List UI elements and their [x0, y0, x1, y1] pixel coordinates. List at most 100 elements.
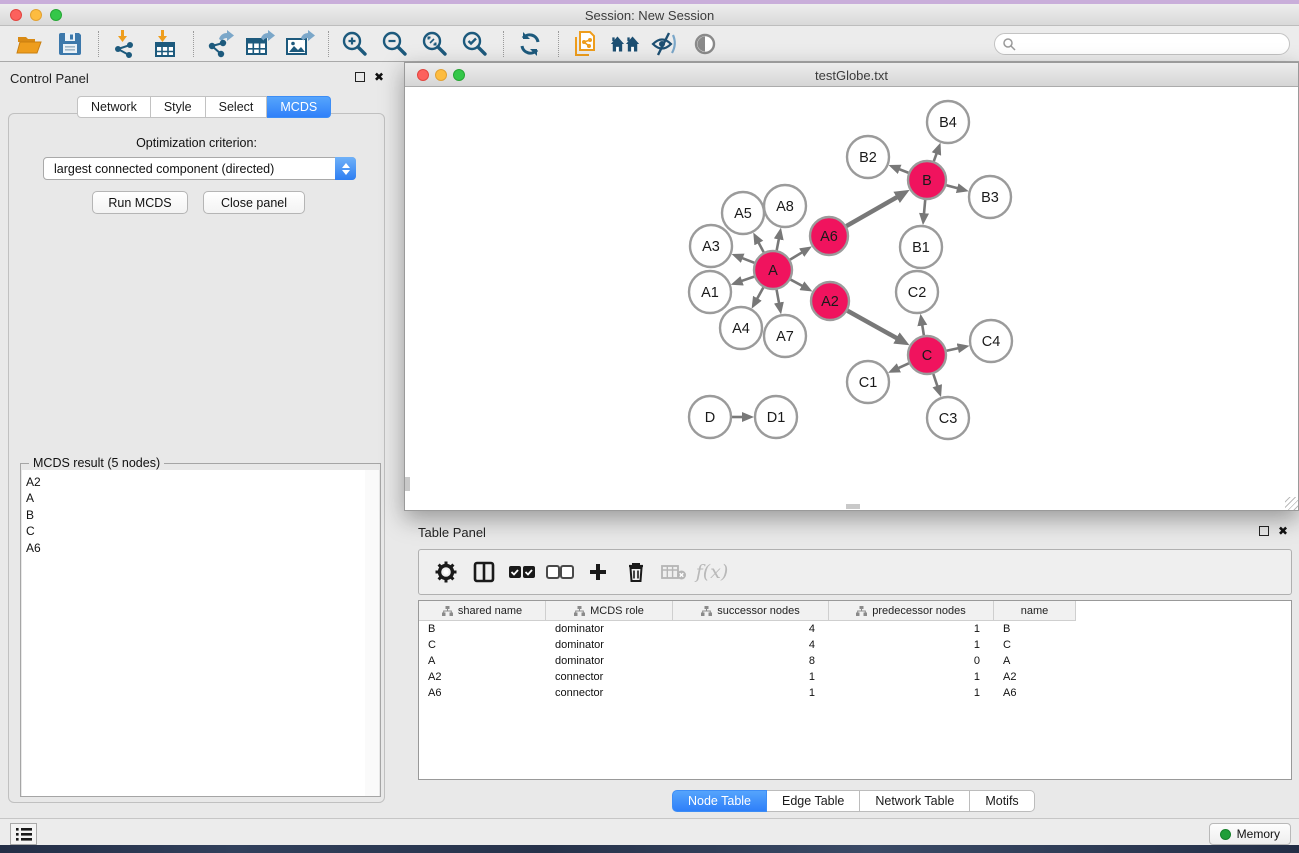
- tab-edge-table[interactable]: Edge Table: [767, 790, 860, 812]
- result-list-item[interactable]: C: [26, 523, 366, 539]
- result-list-item[interactable]: A2: [26, 474, 366, 490]
- mcds-result-list[interactable]: A2ABCA6: [22, 470, 367, 796]
- show-columns-icon[interactable]: [467, 557, 501, 587]
- table-cell[interactable]: connector: [546, 669, 673, 685]
- network-vertical-scrollbar[interactable]: [405, 477, 410, 491]
- edge-A-A5[interactable]: [758, 241, 764, 252]
- table-row[interactable]: A6connector11A6: [419, 685, 1291, 701]
- tab-node-table[interactable]: Node Table: [672, 790, 767, 812]
- result-list-item[interactable]: B: [26, 507, 366, 523]
- node-A6[interactable]: A6: [810, 217, 848, 255]
- refresh-icon[interactable]: [514, 28, 546, 60]
- close-panel-button[interactable]: Close panel: [203, 191, 305, 214]
- edge-C-C1[interactable]: [897, 363, 909, 368]
- node-C2[interactable]: C2: [896, 271, 938, 313]
- table-cell[interactable]: dominator: [546, 653, 673, 669]
- edge-B-B1[interactable]: [924, 200, 925, 215]
- import-table-icon[interactable]: [149, 28, 181, 60]
- unselect-all-icon[interactable]: [543, 557, 577, 587]
- export-table-icon[interactable]: [244, 28, 276, 60]
- node-B4[interactable]: B4: [927, 101, 969, 143]
- float-table-panel-icon[interactable]: [1259, 526, 1269, 536]
- edge-B-B3[interactable]: [946, 185, 959, 188]
- table-cell[interactable]: 1: [829, 685, 994, 701]
- zoom-fit-icon[interactable]: [419, 28, 451, 60]
- table-cell[interactable]: dominator: [546, 621, 673, 637]
- node-B3[interactable]: B3: [969, 176, 1011, 218]
- edge-A-A2[interactable]: [791, 280, 804, 287]
- node-C4[interactable]: C4: [970, 320, 1012, 362]
- column-header-MCDS-role[interactable]: MCDS role: [546, 601, 673, 621]
- node-C[interactable]: C: [908, 336, 946, 374]
- table-cell[interactable]: 0: [829, 653, 994, 669]
- search-input[interactable]: [1016, 35, 1289, 53]
- network-graph[interactable]: B4B2BB3A5A8A6B1A3AC2A1A2A4A7C4CC1C3DD1: [405, 87, 1298, 510]
- resize-grip[interactable]: [1285, 497, 1298, 510]
- network-horizontal-scrollbar[interactable]: [846, 504, 860, 509]
- node-C1[interactable]: C1: [847, 361, 889, 403]
- task-history-button[interactable]: [10, 823, 37, 845]
- table-cell[interactable]: B: [419, 621, 546, 637]
- tab-select[interactable]: Select: [206, 96, 268, 118]
- node-B1[interactable]: B1: [900, 226, 942, 268]
- node-A[interactable]: A: [754, 251, 792, 289]
- edge-B-B2[interactable]: [898, 169, 909, 173]
- open-session-icon[interactable]: [14, 28, 46, 60]
- table-cell[interactable]: 1: [829, 621, 994, 637]
- result-list-item[interactable]: A6: [26, 540, 366, 556]
- table-cell[interactable]: 1: [829, 637, 994, 653]
- tab-mcds[interactable]: MCDS: [267, 96, 331, 118]
- table-row[interactable]: Cdominator41C: [419, 637, 1291, 653]
- edge-A-A8[interactable]: [777, 237, 779, 250]
- table-cell[interactable]: connector: [546, 685, 673, 701]
- tab-motifs[interactable]: Motifs: [970, 790, 1034, 812]
- run-mcds-button[interactable]: Run MCDS: [92, 191, 188, 214]
- node-A7[interactable]: A7: [764, 315, 806, 357]
- table-cell[interactable]: 1: [673, 669, 829, 685]
- network-canvas[interactable]: B4B2BB3A5A8A6B1A3AC2A1A2A4A7C4CC1C3DD1: [405, 87, 1298, 510]
- node-D1[interactable]: D1: [755, 396, 797, 438]
- table-cell[interactable]: A: [994, 653, 1076, 669]
- table-cell[interactable]: B: [994, 621, 1076, 637]
- table-cell[interactable]: C: [994, 637, 1076, 653]
- table-cell[interactable]: A: [419, 653, 546, 669]
- edge-C-C2[interactable]: [922, 324, 924, 336]
- table-row[interactable]: Adominator80A: [419, 653, 1291, 669]
- edge-C-C4[interactable]: [947, 348, 960, 351]
- tab-network[interactable]: Network: [77, 96, 151, 118]
- zoom-selected-icon[interactable]: [459, 28, 491, 60]
- table-cell[interactable]: dominator: [546, 637, 673, 653]
- node-A2[interactable]: A2: [811, 282, 849, 320]
- memory-button[interactable]: Memory: [1209, 823, 1291, 845]
- import-network-icon[interactable]: [109, 28, 141, 60]
- node-A8[interactable]: A8: [764, 185, 806, 227]
- clone-network-icon[interactable]: [569, 28, 601, 60]
- result-scrollbar[interactable]: [365, 470, 379, 796]
- zoom-out-icon[interactable]: [379, 28, 411, 60]
- node-A4[interactable]: A4: [720, 307, 762, 349]
- node-A5[interactable]: A5: [722, 192, 764, 234]
- result-list-item[interactable]: A: [26, 490, 366, 506]
- show-graphics-icon[interactable]: [689, 28, 721, 60]
- dropdown-stepper-icon[interactable]: [335, 157, 356, 180]
- table-cell[interactable]: 4: [673, 621, 829, 637]
- tab-network-table[interactable]: Network Table: [860, 790, 970, 812]
- edge-A-A4[interactable]: [756, 288, 763, 300]
- edge-A-A1[interactable]: [740, 277, 754, 282]
- select-all-icon[interactable]: [505, 557, 539, 587]
- edge-C-C3[interactable]: [933, 374, 938, 388]
- table-row[interactable]: Bdominator41B: [419, 621, 1291, 637]
- float-panel-icon[interactable]: [355, 72, 365, 82]
- table-options-icon[interactable]: [429, 557, 463, 587]
- function-builder-icon[interactable]: f(x): [695, 557, 729, 587]
- edge-A-A6[interactable]: [790, 252, 803, 260]
- column-header-name[interactable]: name: [994, 601, 1076, 621]
- table-cell[interactable]: 4: [673, 637, 829, 653]
- table-row[interactable]: A2connector11A2: [419, 669, 1291, 685]
- edge-B-B4[interactable]: [934, 152, 937, 161]
- table-cell[interactable]: A6: [419, 685, 546, 701]
- close-table-panel-icon[interactable]: ✖: [1278, 526, 1288, 536]
- edge-A2-C[interactable]: [847, 311, 898, 339]
- column-header-shared-name[interactable]: shared name: [419, 601, 546, 621]
- network-window-titlebar[interactable]: testGlobe.txt: [405, 63, 1298, 87]
